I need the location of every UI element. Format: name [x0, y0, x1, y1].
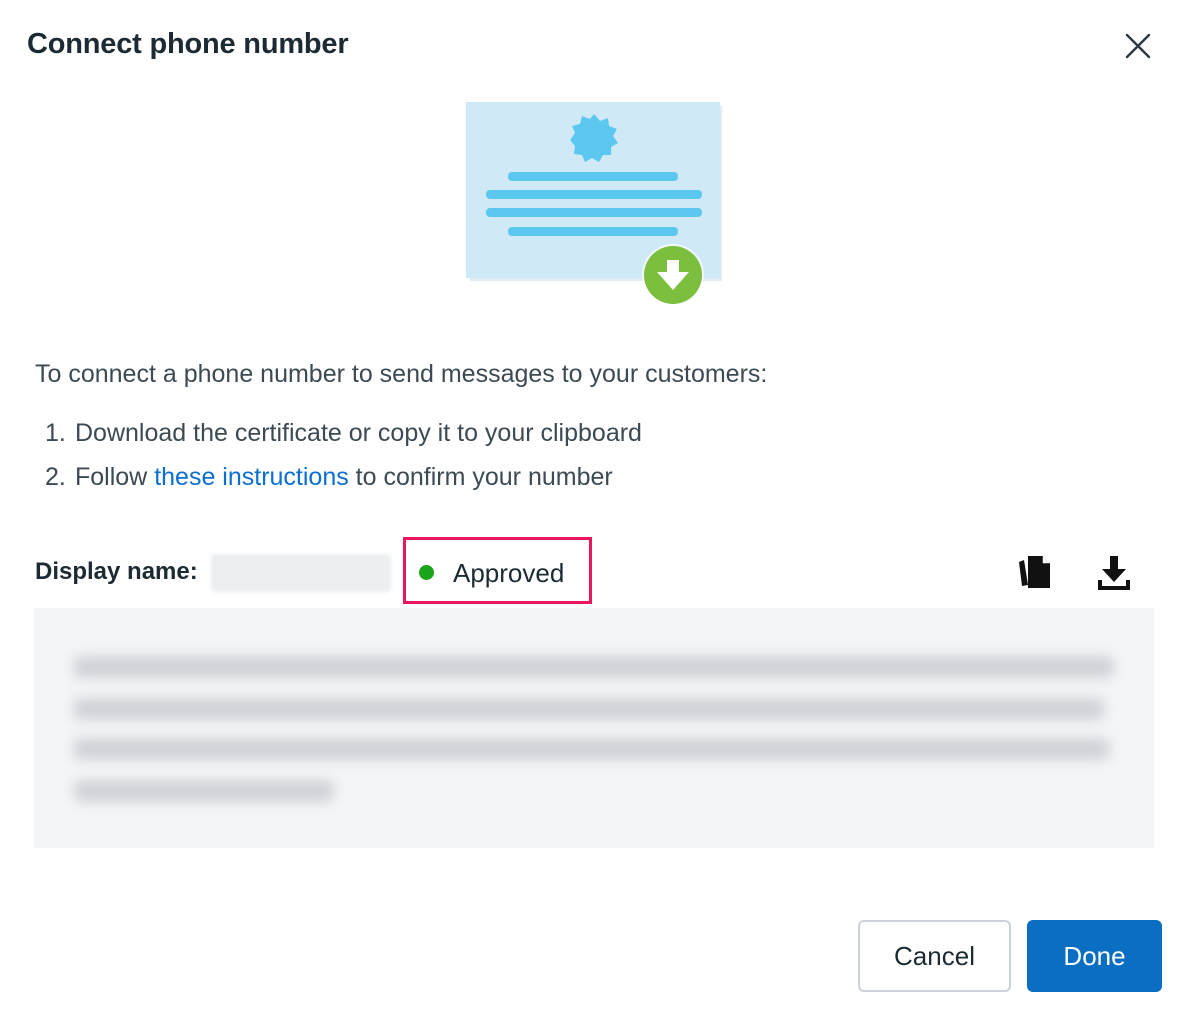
- step-item: 2. Follow these instructions to confirm y…: [45, 462, 642, 506]
- step-text: Download the certificate or copy it to y…: [75, 419, 642, 447]
- step-number: 1.: [45, 419, 66, 447]
- download-icon: [1098, 556, 1130, 590]
- instruction-steps: 1. Download the certificate or copy it to…: [45, 418, 642, 506]
- copy-icon: [1019, 556, 1050, 588]
- connect-phone-dialog: Connect phone number To connect a phone …: [0, 0, 1190, 1018]
- step-text-after: to confirm your number: [348, 463, 613, 491]
- intro-text: To connect a phone number to send messag…: [35, 360, 768, 388]
- copy-certificate-button[interactable]: [1014, 552, 1056, 592]
- step-item: 1. Download the certificate or copy it to…: [45, 418, 642, 462]
- cancel-button[interactable]: Cancel: [858, 920, 1011, 992]
- step-number: 2.: [45, 463, 66, 491]
- display-name-value-redacted: [211, 554, 391, 592]
- status-dot-icon: [419, 565, 434, 580]
- download-badge-icon: [642, 244, 704, 306]
- dialog-title: Connect phone number: [27, 28, 349, 60]
- close-button[interactable]: [1120, 28, 1156, 64]
- certificate-download-illustration: [466, 102, 722, 306]
- step-text-before: Follow: [75, 463, 155, 491]
- status-label: Approved: [453, 558, 565, 588]
- close-icon: [1125, 33, 1151, 59]
- display-name-label: Display name:: [35, 558, 198, 585]
- instructions-link[interactable]: these instructions: [154, 463, 349, 491]
- done-button[interactable]: Done: [1027, 920, 1162, 992]
- certificate-text-redacted[interactable]: [34, 608, 1154, 848]
- download-certificate-button[interactable]: [1094, 552, 1134, 592]
